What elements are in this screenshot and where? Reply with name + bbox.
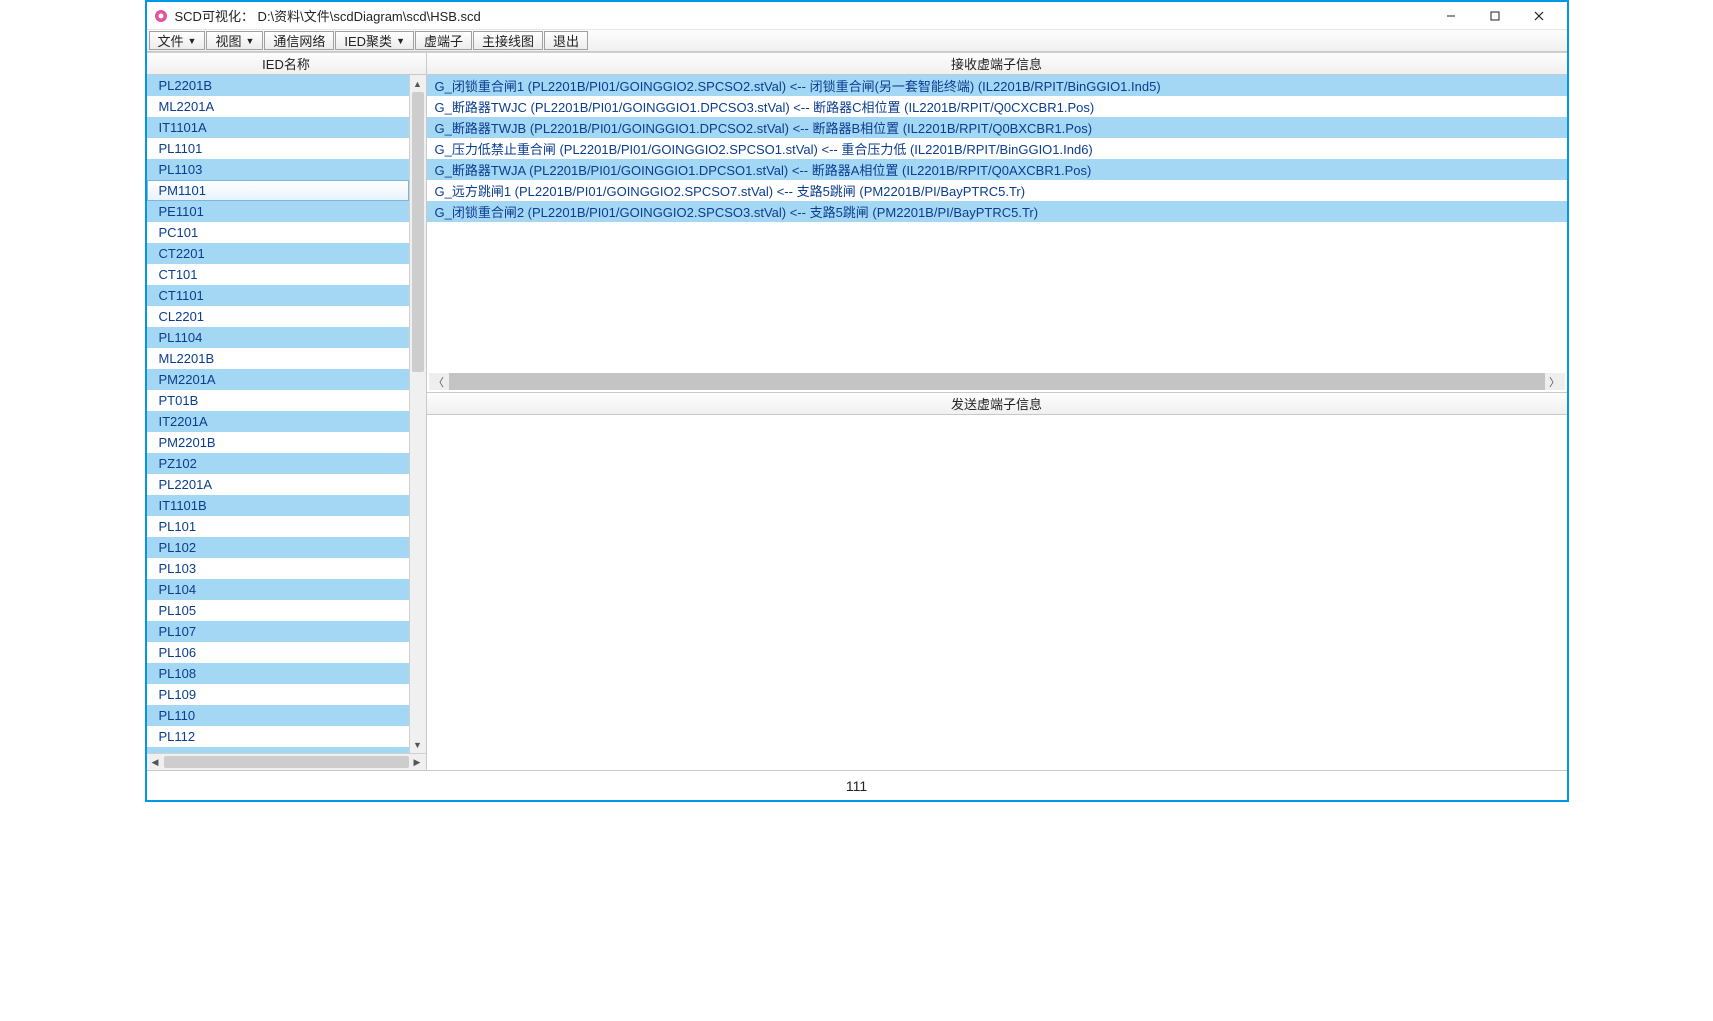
recv-panel: 接收虚端子信息 G_闭锁重合闸1 (PL2201B/PI01/GOINGGIO2… (427, 53, 1567, 393)
recv-panel-header: 接收虚端子信息 (427, 53, 1567, 75)
close-button[interactable] (1517, 3, 1561, 29)
ied-list-item[interactable]: PL104 (147, 579, 409, 600)
ied-list-item[interactable]: PL1101 (147, 138, 409, 159)
ied-list-header: IED名称 (147, 53, 426, 75)
ied-list-item[interactable]: PL2201B (147, 75, 409, 96)
ied-list-item[interactable]: PC101 (147, 222, 409, 243)
ied-list-item[interactable]: IT1101A (147, 117, 409, 138)
chevron-down-icon: ▼ (188, 36, 197, 46)
menu-view-label: 视图 (215, 31, 241, 50)
ied-list-item[interactable]: PL1104 (147, 327, 409, 348)
window-title: SCD可视化： D:\资料\文件\scdDiagram\scd\HSB.scd (175, 6, 1429, 25)
scroll-left-button[interactable]: 〈 (429, 373, 449, 390)
ied-list-item[interactable]: PL107 (147, 621, 409, 642)
menu-mainline-label: 主接线图 (482, 31, 534, 50)
ied-list-item[interactable]: PL2201A (147, 474, 409, 495)
footer: 111 (147, 770, 1567, 800)
menu-view[interactable]: 视图 ▼ (206, 31, 263, 50)
recv-hscrollbar[interactable]: 〈 〉 (429, 373, 1565, 390)
menu-iedcluster-label: IED聚类 (344, 31, 392, 50)
ied-list-item[interactable]: PL1103 (147, 159, 409, 180)
recv-row[interactable]: G_闭锁重合闸2 (PL2201B/PI01/GOINGGIO2.SPCSO3.… (427, 201, 1567, 222)
menu-vterm-label: 虚端子 (424, 31, 463, 50)
ied-list-item[interactable]: CT101 (147, 264, 409, 285)
page-number: 111 (846, 778, 867, 794)
scroll-right-button[interactable]: 〉 (1545, 373, 1565, 390)
recv-row[interactable]: G_断路器TWJC (PL2201B/PI01/GOINGGIO1.DPCSO3… (427, 96, 1567, 117)
scroll-up-button[interactable]: ▲ (410, 75, 426, 92)
scroll-left-button[interactable]: ◀ (147, 754, 164, 770)
app-icon (153, 8, 169, 24)
ied-hscrollbar[interactable]: ◀ ▶ (147, 753, 426, 770)
scroll-down-button[interactable]: ▼ (410, 736, 426, 753)
ied-list-item[interactable]: PL103 (147, 558, 409, 579)
window-buttons (1429, 3, 1561, 29)
ied-list-item[interactable]: PL110 (147, 705, 409, 726)
scroll-track[interactable] (164, 754, 409, 770)
send-panel-header: 发送虚端子信息 (427, 393, 1567, 415)
recv-row[interactable]: G_断路器TWJB (PL2201B/PI01/GOINGGIO1.DPCSO2… (427, 117, 1567, 138)
menu-vterm[interactable]: 虚端子 (415, 31, 472, 50)
ied-list-pane: IED名称 PL2201BML2201AIT1101APL1101PL1103P… (147, 53, 427, 770)
minimize-button[interactable] (1429, 3, 1473, 29)
scroll-thumb[interactable] (412, 92, 424, 372)
maximize-icon (1490, 11, 1500, 21)
send-list[interactable] (427, 415, 1567, 770)
menu-network[interactable]: 通信网络 (264, 31, 334, 50)
ied-list-item[interactable]: PM2201A (147, 369, 409, 390)
ied-list-item[interactable]: IT2201A (147, 411, 409, 432)
app-window: SCD可视化： D:\资料\文件\scdDiagram\scd\HSB.scd … (145, 0, 1569, 802)
ied-list-item[interactable]: PL108 (147, 663, 409, 684)
recv-row[interactable]: G_远方跳闸1 (PL2201B/PI01/GOINGGIO2.SPCSO7.s… (427, 180, 1567, 201)
ied-list-item[interactable]: PL102 (147, 537, 409, 558)
ied-list-item[interactable]: CL2201 (147, 306, 409, 327)
ied-list-wrap: PL2201BML2201AIT1101APL1101PL1103PM1101P… (147, 75, 426, 753)
close-icon (1534, 11, 1544, 21)
ied-list-item[interactable]: IT1101B (147, 495, 409, 516)
menu-network-label: 通信网络 (273, 31, 325, 50)
titlebar: SCD可视化： D:\资料\文件\scdDiagram\scd\HSB.scd (147, 2, 1567, 30)
ied-list[interactable]: PL2201BML2201AIT1101APL1101PL1103PM1101P… (147, 75, 409, 753)
scroll-track[interactable] (449, 373, 1545, 390)
menu-iedcluster[interactable]: IED聚类 ▼ (335, 31, 414, 50)
ied-list-item[interactable]: PZ102 (147, 453, 409, 474)
recv-list[interactable]: G_闭锁重合闸1 (PL2201B/PI01/GOINGGIO2.SPCSO2.… (427, 75, 1567, 371)
recv-row[interactable]: G_闭锁重合闸1 (PL2201B/PI01/GOINGGIO2.SPCSO2.… (427, 75, 1567, 96)
ied-list-item[interactable]: PT01B (147, 390, 409, 411)
scroll-right-button[interactable]: ▶ (409, 754, 426, 770)
ied-list-item[interactable]: ML2201A (147, 96, 409, 117)
ied-list-item[interactable]: PL105 (147, 600, 409, 621)
ied-list-item[interactable]: PM2201B (147, 432, 409, 453)
ied-list-item[interactable]: PE1101 (147, 201, 409, 222)
chevron-down-icon: ▼ (245, 36, 254, 46)
ied-list-item[interactable]: ML2201B (147, 348, 409, 369)
ied-list-item[interactable]: PL101 (147, 516, 409, 537)
ied-vscrollbar[interactable]: ▲ ▼ (409, 75, 426, 753)
recv-row[interactable]: G_压力低禁止重合闸 (PL2201B/PI01/GOINGGIO2.SPCSO… (427, 138, 1567, 159)
scroll-thumb[interactable] (164, 756, 409, 768)
minimize-icon (1446, 11, 1456, 21)
ied-list-item[interactable]: CT2201 (147, 243, 409, 264)
ied-list-item[interactable]: PM1101 (147, 180, 409, 201)
menu-mainline[interactable]: 主接线图 (473, 31, 543, 50)
menu-exit[interactable]: 退出 (544, 31, 588, 50)
ied-list-item[interactable]: PL106 (147, 642, 409, 663)
ied-list-item[interactable]: PL109 (147, 684, 409, 705)
send-panel: 发送虚端子信息 (427, 393, 1567, 770)
ied-list-item[interactable]: PL112 (147, 726, 409, 747)
menubar: 文件 ▼ 视图 ▼ 通信网络 IED聚类 ▼ 虚端子 主接线图 退出 (147, 30, 1567, 52)
recv-row[interactable]: G_断路器TWJA (PL2201B/PI01/GOINGGIO1.DPCSO1… (427, 159, 1567, 180)
menu-file-label: 文件 (158, 31, 184, 50)
ied-list-item[interactable]: CT1101 (147, 285, 409, 306)
menu-file[interactable]: 文件 ▼ (149, 31, 206, 50)
menu-exit-label: 退出 (553, 31, 579, 50)
scroll-track[interactable] (410, 92, 426, 736)
chevron-down-icon: ▼ (396, 36, 405, 46)
right-pane: 接收虚端子信息 G_闭锁重合闸1 (PL2201B/PI01/GOINGGIO2… (427, 53, 1567, 770)
maximize-button[interactable] (1473, 3, 1517, 29)
content: IED名称 PL2201BML2201AIT1101APL1101PL1103P… (147, 52, 1567, 770)
